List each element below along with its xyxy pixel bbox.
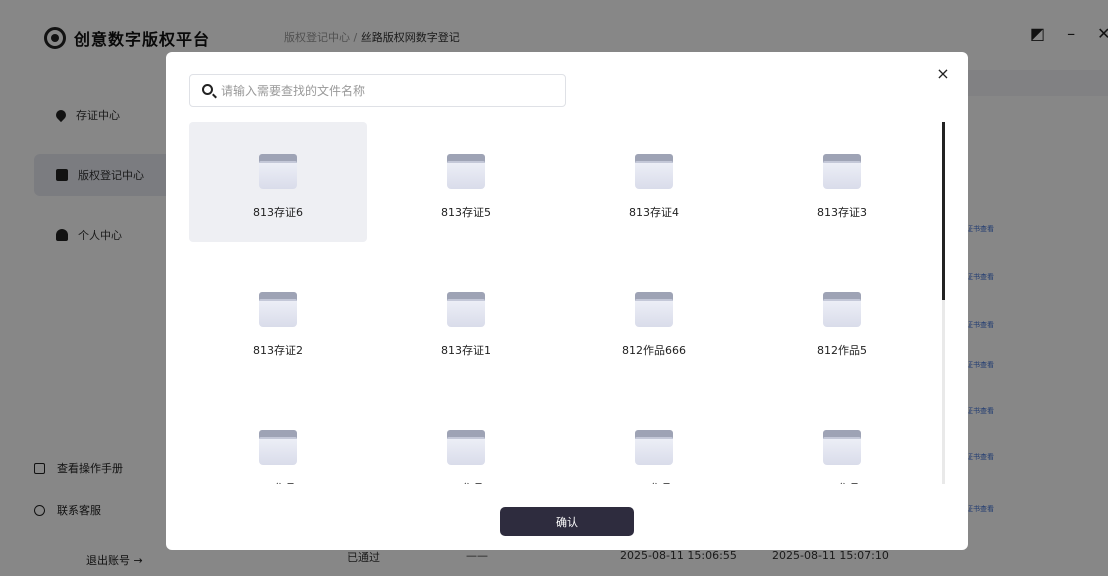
folder-icon	[823, 152, 861, 190]
folder-item[interactable]: 813存证4	[565, 122, 743, 242]
folder-icon	[259, 428, 297, 466]
folder-icon	[259, 152, 297, 190]
folder-name: 812作品666	[622, 344, 686, 357]
folder-item[interactable]: 813存证6	[189, 122, 367, 242]
folder-icon	[635, 290, 673, 328]
folder-icon	[447, 152, 485, 190]
search-icon	[202, 84, 213, 95]
folder-icon	[635, 152, 673, 190]
folder-icon	[447, 428, 485, 466]
folder-icon	[447, 290, 485, 328]
folder-item[interactable]: 813存证2	[189, 260, 367, 380]
folder-name: 812作品4	[189, 480, 367, 484]
folder-item[interactable]: 812作品4	[189, 398, 367, 484]
folder-item[interactable]: 812作品1	[753, 398, 931, 484]
search-box	[189, 74, 566, 107]
folder-item[interactable]: 812作品2	[565, 398, 743, 484]
folder-name: 813存证3	[817, 206, 867, 219]
folder-item[interactable]: 812作品666	[565, 260, 743, 380]
folder-name: 812作品5	[817, 344, 867, 357]
folder-icon	[635, 428, 673, 466]
confirm-button[interactable]: 确认	[500, 507, 634, 536]
folder-item[interactable]: 813存证5	[377, 122, 555, 242]
folder-name: 813存证5	[441, 206, 491, 219]
folder-icon	[823, 290, 861, 328]
folder-item[interactable]: 812作品5	[753, 260, 931, 380]
folder-name: 812作品2	[565, 480, 743, 484]
folder-name: 813存证1	[441, 344, 491, 357]
folder-name: 812作品1	[753, 480, 931, 484]
folder-name: 813存证2	[253, 344, 303, 357]
folder-icon	[823, 428, 861, 466]
folder-icon	[259, 290, 297, 328]
folder-name: 813存证6	[253, 206, 303, 219]
folder-name: 812作品3	[377, 480, 555, 484]
folder-item[interactable]: 812作品3	[377, 398, 555, 484]
close-icon[interactable]: ×	[935, 66, 951, 82]
folder-item[interactable]: 813存证3	[753, 122, 931, 242]
scrollbar-thumb[interactable]	[942, 122, 945, 300]
folder-name: 813存证4	[629, 206, 679, 219]
folder-item[interactable]: 813存证1	[377, 260, 555, 380]
folder-grid: 813存证6 813存证5 813存证4 813存证3 813存证2 813存证1 812作…	[189, 122, 931, 484]
search-input[interactable]	[221, 75, 551, 106]
